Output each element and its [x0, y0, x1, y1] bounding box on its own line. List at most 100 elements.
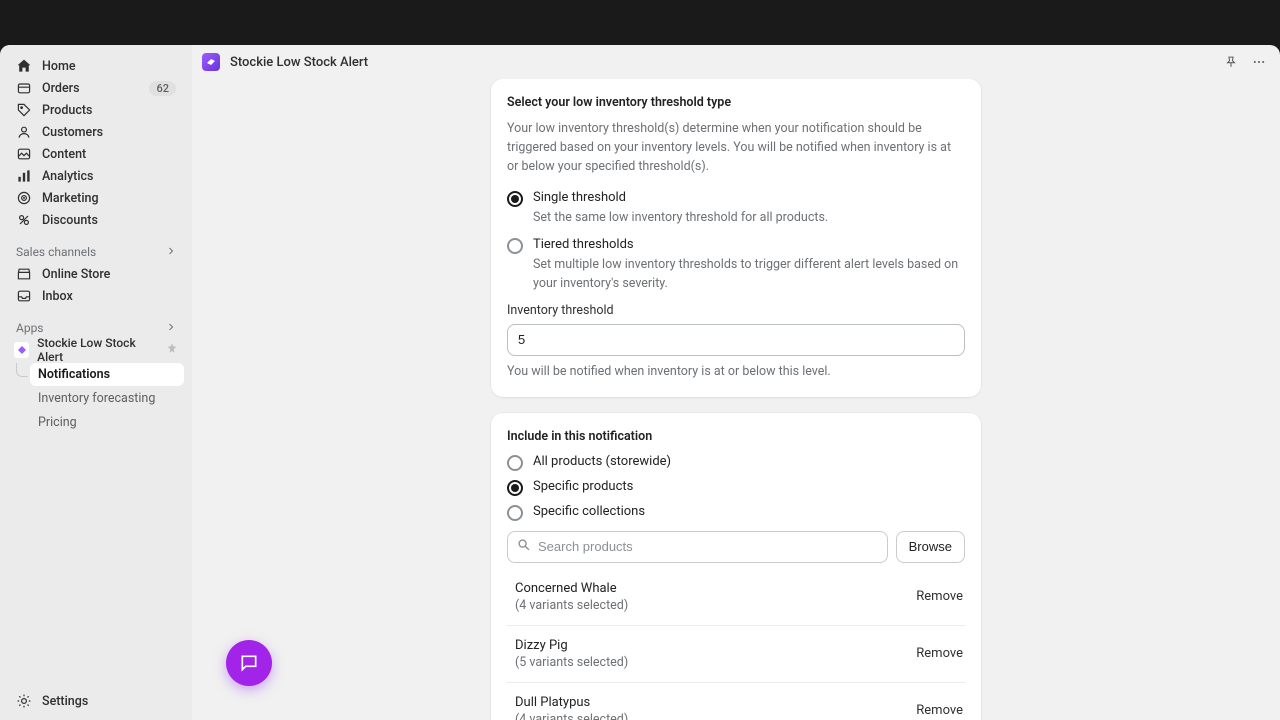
radio-icon: [507, 480, 523, 496]
app-icon: [14, 342, 29, 358]
app-shell: Home Orders 62 Products Customers: [0, 45, 1280, 720]
field-help: You will be notified when inventory is a…: [507, 364, 965, 379]
product-variants: (5 variants selected): [515, 655, 628, 670]
nav-settings[interactable]: Settings: [8, 690, 184, 712]
radio-label: Tiered thresholds: [533, 237, 634, 252]
radio-specific-collections[interactable]: Specific collections: [507, 504, 965, 521]
inbox-icon: [16, 288, 32, 304]
nav-content[interactable]: Content: [8, 143, 184, 165]
nav-label: Online Store: [42, 267, 110, 282]
home-icon: [16, 58, 32, 74]
radio-single-threshold[interactable]: Single threshold: [507, 190, 965, 207]
nav-discounts[interactable]: Discounts: [8, 209, 184, 231]
app-stockie[interactable]: Stockie Low Stock Alert: [8, 339, 184, 361]
section-label: Apps: [16, 321, 44, 335]
nav-label: Products: [42, 103, 92, 118]
threshold-card: Select your low inventory threshold type…: [491, 79, 981, 397]
content-scroll: Select your low inventory threshold type…: [192, 79, 1280, 720]
remove-button[interactable]: Remove: [916, 589, 963, 604]
search-products-input[interactable]: [507, 531, 888, 563]
include-card: Include in this notification All product…: [491, 413, 981, 720]
product-list: Concerned Whale (4 variants selected) Re…: [507, 569, 965, 720]
subnav-label: Notifications: [38, 367, 110, 382]
nav-label: Customers: [42, 125, 103, 140]
product-name: Dizzy Pig: [515, 638, 628, 653]
nav-label: Analytics: [42, 169, 94, 184]
search-wrap: [507, 531, 888, 563]
card-title: Include in this notification: [507, 429, 965, 444]
topbar-actions: [1224, 55, 1266, 69]
inventory-threshold-input[interactable]: [507, 324, 965, 356]
products-icon: [16, 102, 32, 118]
channel-online-store[interactable]: Online Store: [8, 263, 184, 285]
product-name: Dull Platypus: [515, 695, 628, 710]
nav-orders[interactable]: Orders 62: [8, 77, 184, 99]
chat-icon: [239, 653, 259, 673]
radio-label: Specific products: [533, 479, 633, 494]
nav-home[interactable]: Home: [8, 55, 184, 77]
more-actions-icon[interactable]: [1252, 55, 1266, 69]
main-area: Stockie Low Stock Alert Select your low …: [192, 45, 1280, 720]
nav-label: Content: [42, 147, 86, 162]
radio-sublabel: Set multiple low inventory thresholds to…: [533, 256, 965, 292]
content-icon: [16, 146, 32, 162]
sidebar: Home Orders 62 Products Customers: [0, 45, 192, 720]
radio-sublabel: Set the same low inventory threshold for…: [533, 209, 965, 227]
browse-button[interactable]: Browse: [896, 531, 965, 563]
help-fab[interactable]: [226, 640, 272, 686]
product-name: Concerned Whale: [515, 581, 628, 596]
remove-button[interactable]: Remove: [916, 646, 963, 661]
radio-icon: [507, 505, 523, 521]
chevron-right-icon: [166, 245, 176, 259]
radio-icon: [507, 191, 523, 207]
subnav-inventory-forecasting[interactable]: Inventory forecasting: [30, 387, 184, 410]
app-logo-icon: [202, 53, 220, 71]
card-title: Select your low inventory threshold type: [507, 95, 965, 110]
remove-button[interactable]: Remove: [916, 703, 963, 718]
branch-line: [16, 363, 28, 377]
orders-badge: 62: [149, 81, 176, 96]
pin-icon[interactable]: [166, 342, 178, 358]
channel-inbox[interactable]: Inbox: [8, 285, 184, 307]
gear-icon: [16, 693, 32, 709]
search-icon: [517, 538, 531, 556]
radio-label: Specific collections: [533, 504, 645, 519]
radio-icon: [507, 455, 523, 471]
window-chrome-bar: [0, 0, 1280, 45]
nav-label: Settings: [42, 694, 88, 709]
subnav-pricing[interactable]: Pricing: [30, 411, 184, 434]
radio-specific-products[interactable]: Specific products: [507, 479, 965, 496]
customers-icon: [16, 124, 32, 140]
section-label: Sales channels: [16, 245, 96, 259]
page-title: Stockie Low Stock Alert: [230, 55, 368, 70]
radio-tiered-thresholds[interactable]: Tiered thresholds: [507, 237, 965, 254]
card-description: Your low inventory threshold(s) determin…: [507, 120, 965, 176]
subnav-notifications[interactable]: Notifications: [30, 363, 184, 386]
discounts-icon: [16, 212, 32, 228]
product-row: Dizzy Pig (5 variants selected) Remove: [507, 626, 965, 683]
nav-label: Marketing: [42, 191, 99, 206]
nav-label: Home: [42, 59, 76, 74]
app-label: Stockie Low Stock Alert: [37, 336, 158, 364]
chevron-right-icon: [166, 321, 176, 335]
field-label: Inventory threshold: [507, 303, 965, 318]
nav-label: Inbox: [42, 289, 73, 304]
subnav-label: Inventory forecasting: [38, 391, 155, 406]
nav-label: Discounts: [42, 213, 98, 228]
nav-marketing[interactable]: Marketing: [8, 187, 184, 209]
nav-customers[interactable]: Customers: [8, 121, 184, 143]
pin-action-icon[interactable]: [1224, 55, 1238, 69]
section-sales-channels[interactable]: Sales channels: [8, 245, 184, 259]
section-apps[interactable]: Apps: [8, 321, 184, 335]
product-row: Concerned Whale (4 variants selected) Re…: [507, 569, 965, 626]
marketing-icon: [16, 190, 32, 206]
radio-all-products[interactable]: All products (storewide): [507, 454, 965, 471]
nav-label: Orders: [42, 81, 80, 96]
nav-products[interactable]: Products: [8, 99, 184, 121]
product-variants: (4 variants selected): [515, 598, 628, 613]
product-info: Dull Platypus (4 variants selected): [515, 695, 628, 720]
nav-analytics[interactable]: Analytics: [8, 165, 184, 187]
subnav-label: Pricing: [38, 415, 77, 430]
topbar: Stockie Low Stock Alert: [192, 45, 1280, 79]
product-row: Dull Platypus (4 variants selected) Remo…: [507, 683, 965, 720]
